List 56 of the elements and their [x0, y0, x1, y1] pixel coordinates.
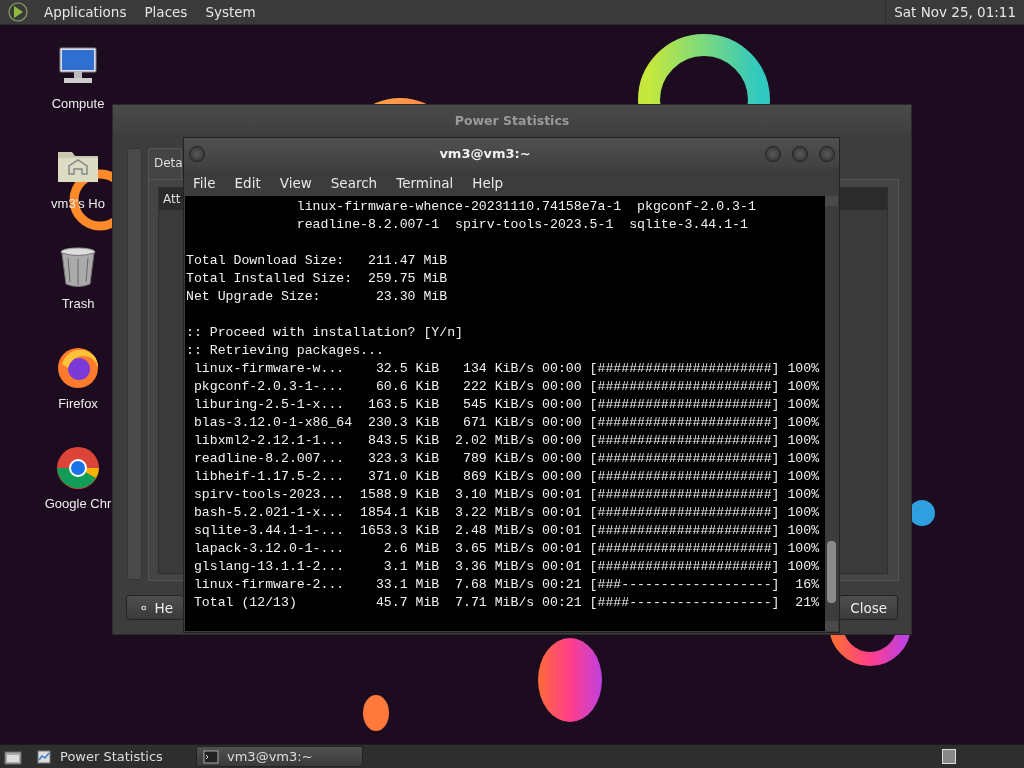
scrollbar-thumb[interactable] — [827, 541, 836, 603]
browser-icon[interactable] — [54, 444, 102, 492]
show-desktop-icon[interactable] — [4, 748, 22, 765]
menu-item[interactable]: Help — [468, 174, 513, 191]
terminal-line: spirv-tools-2023... 1588.9 KiB 3.10 MiB/s 00:01 [######################] 100% — [192, 486, 821, 504]
panel-menu[interactable]: System — [203, 4, 258, 20]
terminal-line: libxml2-2.12.1-1... 843.5 KiB 2.02 MiB/s 00:00 [######################] 100% — [192, 432, 821, 450]
menu-item[interactable]: File — [189, 174, 225, 191]
menu-item[interactable]: View — [275, 174, 321, 191]
wallpaper-circle — [363, 695, 389, 731]
workspace-switcher[interactable] — [942, 749, 956, 764]
maximize-button[interactable] — [792, 145, 808, 162]
terminal-line: pkgconf-2.0.3-1-... 60.6 KiB 222 KiB/s 00:00 [######################] 100% — [192, 378, 821, 396]
terminal-line: linux-firmware-2... 33.1 MiB 7.68 MiB/s 00:21 [###-------------------] 16% — [192, 576, 821, 594]
help-button[interactable]: He — [126, 595, 184, 620]
wallpaper-circle — [909, 500, 935, 526]
tab[interactable]: Deta — [148, 148, 182, 179]
terminal-line: Total Installed Size: 259.75 MiB — [186, 270, 449, 288]
logo-icon[interactable] — [8, 2, 28, 22]
icon-label[interactable]: Trash — [61, 296, 95, 311]
column-header[interactable]: Att — [159, 188, 183, 210]
terminal-line: Net Upgrade Size: 23.30 MiB — [186, 288, 449, 306]
clock[interactable]: Sat Nov 25, 01:11 — [885, 0, 1024, 25]
panel-menu[interactable]: Places — [142, 4, 190, 20]
terminal-line: liburing-2.5-1-x... 163.5 KiB 545 KiB/s 00:00 [######################] 100% — [192, 396, 821, 414]
terminal-line: linux-firmware-whence-20231110.74158e7a-1 pkgconf-2.0.3-1 — [295, 198, 757, 216]
terminal-line: blas-3.12.0-1-x86_64 230.3 KiB 671 KiB/s 00:00 [######################] 100% — [192, 414, 821, 432]
terminal-line: Total Download Size: 211.47 MiB — [186, 252, 449, 270]
terminal-line: linux-firmware-w... 32.5 KiB 134 KiB/s 00:00 [######################] 100% — [192, 360, 821, 378]
terminal-line: readline-8.2.007... 323.3 KiB 789 KiB/s 00:00 [######################] 100% — [192, 450, 821, 468]
close-button[interactable]: Close — [839, 595, 898, 620]
taskbar-button[interactable]: vm3@vm3:~ — [196, 746, 363, 767]
window-title: Power Statistics — [454, 112, 570, 128]
icon-label[interactable]: Firefox — [58, 396, 98, 411]
terminal-line: libheif-1.17.5-2... 371.0 KiB 869 KiB/s 00:00 [######################] 100% — [192, 468, 821, 486]
terminal-line: sqlite-3.44.1-1-... 1653.3 KiB 2.48 MiB/s 00:01 [######################] 100% — [192, 522, 821, 540]
terminal-line: bash-5.2.021-1-x... 1854.1 KiB 3.22 MiB/s 00:01 [######################] 100% — [192, 504, 821, 522]
scrollbar[interactable] — [825, 196, 838, 631]
terminal-line: lapack-3.12.0-1-... 2.6 MiB 3.65 MiB/s 00:01 [######################] 100% — [192, 540, 821, 558]
terminal-line: Total (12/13) 45.7 MiB 7.71 MiB/s 00:21 [####------------------] 21% — [192, 594, 821, 612]
battery-graph-icon — [36, 748, 52, 765]
terminal-line: :: Retrieving packages... — [186, 342, 385, 360]
menu-item[interactable]: Terminal — [392, 174, 463, 191]
terminal-line: glslang-13.1.1-2... 3.1 MiB 3.36 MiB/s 00:01 [######################] 100% — [192, 558, 821, 576]
window-title: vm3@vm3:~ — [439, 146, 531, 161]
window-menu-button[interactable] — [189, 145, 205, 162]
icon-label[interactable]: Google Chr — [44, 496, 112, 511]
icon-label[interactable]: Compute — [51, 96, 105, 111]
terminal-icon — [203, 748, 219, 765]
minimize-button[interactable] — [765, 145, 781, 162]
terminal-line: readline-8.2.007-1 spirv-tools-2023.5-1 sqlite-3.44.1-1 — [295, 216, 749, 234]
panel-menu[interactable]: Applications — [42, 4, 129, 20]
close-button[interactable] — [819, 145, 835, 162]
terminal-line: :: Proceed with installation? [Y/n] — [186, 324, 464, 342]
menu-item[interactable]: Search — [326, 174, 387, 191]
menu-item[interactable]: Edit — [230, 174, 270, 191]
